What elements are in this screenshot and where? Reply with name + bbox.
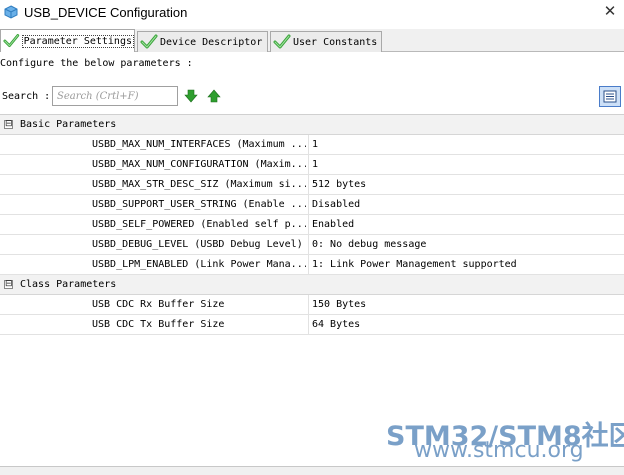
group-header-class-parameters[interactable]: ⊟ Class Parameters [0, 275, 624, 295]
group-header-basic-parameters[interactable]: ⊟ Basic Parameters [0, 115, 624, 135]
search-input[interactable] [52, 86, 178, 106]
tab-user-constants[interactable]: User Constants [270, 31, 382, 52]
parameter-grid: ⊟ Basic Parameters USBD_MAX_NUM_INTERFAC… [0, 114, 624, 335]
parameter-value[interactable]: 1 [312, 159, 318, 170]
green-up-arrow-icon[interactable] [207, 89, 221, 103]
parameter-value[interactable]: 0: No debug message [312, 239, 426, 250]
column-divider [308, 175, 309, 195]
parameter-row[interactable]: USBD_DEBUG_LEVEL (USBD Debug Level) 0: N… [0, 235, 624, 255]
column-divider [308, 235, 309, 255]
tab-parameter-settings[interactable]: Parameter Settings [0, 29, 135, 52]
group-label: Class Parameters [20, 279, 117, 290]
watermark-url: www.stmcu.org [414, 438, 584, 463]
group-label: Basic Parameters [20, 119, 117, 130]
green-check-icon [3, 34, 20, 48]
parameter-name: USBD_DEBUG_LEVEL (USBD Debug Level) [92, 239, 303, 250]
parameter-name: USBD_MAX_NUM_CONFIGURATION (Maxim... [92, 159, 306, 170]
parameter-row[interactable]: USBD_MAX_NUM_INTERFACES (Maximum ... 1 [0, 135, 624, 155]
green-check-icon [140, 34, 158, 49]
tab-label: Parameter Settings [21, 34, 134, 48]
search-row: Search : [0, 86, 624, 108]
parameter-name: USBD_MAX_NUM_INTERFACES (Maximum ... [92, 139, 306, 150]
tab-label: User Constants [293, 36, 378, 48]
list-view-icon [603, 90, 617, 103]
parameter-row[interactable]: USBD_MAX_STR_DESC_SIZ (Maximum si... 512… [0, 175, 624, 195]
green-down-arrow-icon[interactable] [184, 89, 198, 103]
cube-app-icon [4, 5, 18, 19]
collapse-icon[interactable]: ⊟ [4, 120, 13, 129]
parameter-name: USBD_MAX_STR_DESC_SIZ (Maximum si... [92, 179, 306, 190]
parameter-row[interactable]: USBD_LPM_ENABLED (Link Power Mana... 1: … [0, 255, 624, 275]
column-divider [308, 255, 309, 275]
parameter-row[interactable]: USB CDC Rx Buffer Size 150 Bytes [0, 295, 624, 315]
tab-label: Device Descriptor [160, 36, 263, 48]
watermark: STM32/STM8社区 www.stmcu.org [386, 414, 624, 464]
parameter-value[interactable]: 1: Link Power Management supported [312, 259, 517, 270]
parameter-name: USB CDC Tx Buffer Size [92, 319, 225, 330]
tab-device-descriptor[interactable]: Device Descriptor [137, 31, 268, 52]
tab-bar: Parameter Settings Device Descriptor Use… [0, 29, 624, 52]
parameter-name: USBD_LPM_ENABLED (Link Power Mana... [92, 259, 306, 270]
title-bar: USB_DEVICE Configuration ✕ [0, 0, 624, 25]
parameter-value[interactable]: 1 [312, 139, 318, 150]
list-view-button[interactable] [599, 86, 621, 107]
configure-instructions: Configure the below parameters : [0, 58, 193, 69]
parameter-value[interactable]: 512 bytes [312, 179, 366, 190]
window-title: USB_DEVICE Configuration [24, 5, 188, 20]
parameter-row[interactable]: USBD_MAX_NUM_CONFIGURATION (Maxim... 1 [0, 155, 624, 175]
column-divider [308, 135, 309, 155]
parameter-name: USBD_SELF_POWERED (Enabled self p... [92, 219, 306, 230]
parameter-row[interactable]: USBD_SUPPORT_USER_STRING (Enable ... Dis… [0, 195, 624, 215]
parameter-row[interactable]: USB CDC Tx Buffer Size 64 Bytes [0, 315, 624, 335]
bottom-panel-edge [0, 466, 624, 475]
collapse-icon[interactable]: ⊟ [4, 280, 13, 289]
search-label: Search : [2, 91, 51, 102]
close-button[interactable]: ✕ [602, 3, 618, 19]
parameter-name: USB CDC Rx Buffer Size [92, 299, 225, 310]
parameter-value[interactable]: 150 Bytes [312, 299, 366, 310]
parameter-value[interactable]: 64 Bytes [312, 319, 360, 330]
column-divider [308, 315, 309, 335]
parameter-value[interactable]: Disabled [312, 199, 360, 210]
parameter-name: USBD_SUPPORT_USER_STRING (Enable ... [92, 199, 306, 210]
column-divider [308, 195, 309, 215]
column-divider [308, 295, 309, 315]
column-divider [308, 155, 309, 175]
column-divider [308, 215, 309, 235]
parameter-value[interactable]: Enabled [312, 219, 354, 230]
parameter-row[interactable]: USBD_SELF_POWERED (Enabled self p... Ena… [0, 215, 624, 235]
green-check-icon [273, 34, 291, 49]
